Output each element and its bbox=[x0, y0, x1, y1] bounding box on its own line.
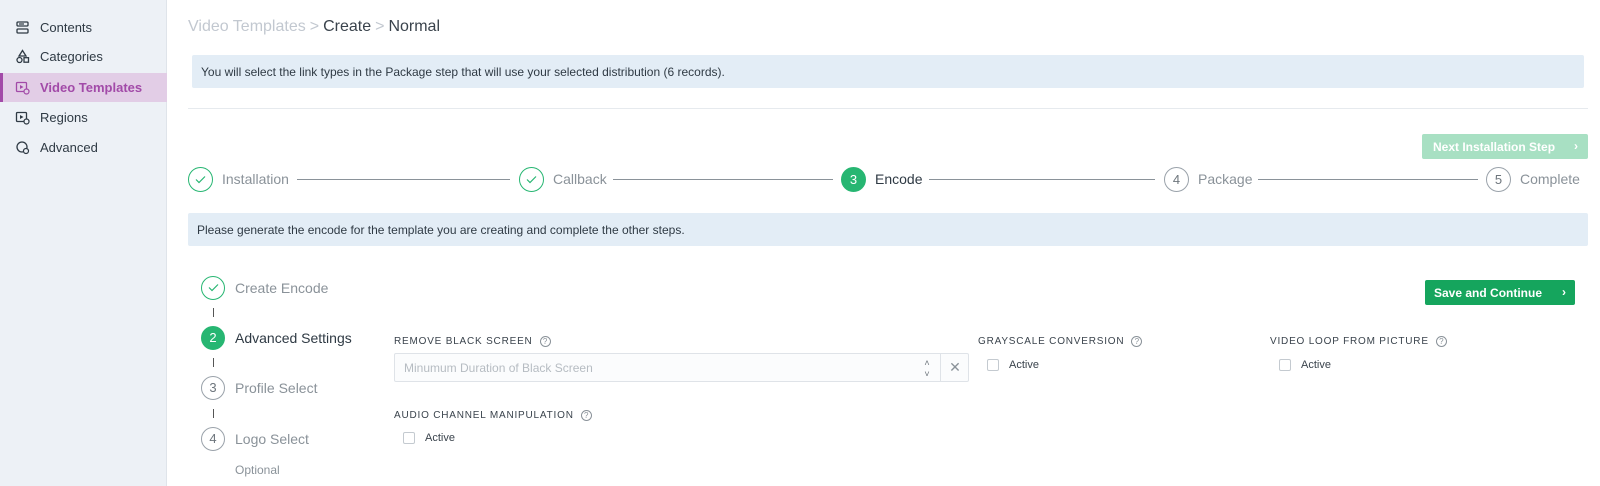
substep-number: 2 bbox=[201, 325, 225, 350]
substep-logo-select[interactable]: 4 Logo Select bbox=[201, 426, 309, 451]
sidebar-item-advanced[interactable]: Advanced bbox=[0, 133, 167, 162]
breadcrumb-separator: > bbox=[309, 18, 320, 35]
sidebar-item-regions[interactable]: Regions bbox=[0, 103, 167, 132]
step-connector bbox=[613, 179, 833, 180]
step-connector bbox=[1258, 179, 1478, 180]
help-icon[interactable]: ? bbox=[580, 410, 592, 421]
save-and-continue-label: Save and Continue bbox=[1434, 285, 1543, 300]
distribution-info-text: You will select the link types in the Pa… bbox=[201, 64, 725, 79]
breadcrumb: Video Templates > Create > Normal bbox=[188, 18, 440, 36]
video-loop-active-checkbox[interactable]: Active bbox=[1279, 359, 1331, 371]
sidebar-item-video-templates[interactable]: Video Templates bbox=[0, 73, 167, 102]
step-encode[interactable]: 3 Encode bbox=[841, 166, 922, 192]
encode-info-alert: Please generate the encode for the templ… bbox=[188, 213, 1588, 246]
checkbox-label: Active bbox=[425, 432, 455, 444]
substep-label: Logo Select bbox=[235, 430, 309, 447]
breadcrumb-create[interactable]: Create bbox=[323, 18, 371, 35]
video-templates-icon bbox=[15, 80, 30, 95]
help-icon[interactable]: ? bbox=[539, 336, 551, 347]
checkbox[interactable] bbox=[403, 432, 415, 444]
sidebar-item-label: Contents bbox=[40, 20, 93, 35]
field-label: REMOVE BLACK SCREEN bbox=[394, 336, 533, 347]
step-number: 3 bbox=[841, 166, 866, 192]
breadcrumb-separator: > bbox=[375, 18, 385, 35]
sidebar: Contents Categories Video Templates Regi… bbox=[0, 0, 167, 486]
next-installation-step-label: Next Installation Step bbox=[1433, 139, 1556, 154]
sidebar-item-label: Regions bbox=[40, 110, 88, 125]
sidebar-item-label: Video Templates bbox=[40, 80, 143, 95]
save-and-continue-button[interactable]: Save and Continue › bbox=[1425, 280, 1575, 305]
substep-label: Create Encode bbox=[235, 279, 329, 296]
step-label: Complete bbox=[1520, 171, 1580, 187]
divider bbox=[188, 108, 1588, 109]
help-icon[interactable]: ? bbox=[1435, 336, 1447, 347]
black-screen-duration-input[interactable] bbox=[395, 354, 925, 381]
substep-label: Advanced Settings bbox=[235, 329, 352, 346]
step-complete[interactable]: 5 Complete bbox=[1486, 166, 1580, 192]
step-package[interactable]: 4 Package bbox=[1164, 166, 1252, 192]
field-label: VIDEO LOOP FROM PICTURE bbox=[1270, 336, 1429, 347]
checkbox[interactable] bbox=[1279, 359, 1291, 371]
field-label: GRAYSCALE CONVERSION bbox=[978, 336, 1125, 347]
encode-info-text: Please generate the encode for the templ… bbox=[197, 222, 685, 237]
check-icon bbox=[201, 275, 225, 300]
substep-advanced-settings[interactable]: 2 Advanced Settings bbox=[201, 325, 352, 350]
substep-label: Profile Select bbox=[235, 379, 318, 396]
contents-icon bbox=[15, 20, 30, 35]
substep-connector bbox=[213, 308, 214, 317]
distribution-info-alert: You will select the link types in the Pa… bbox=[192, 55, 1584, 88]
grayscale-conversion-label: GRAYSCALE CONVERSION ? bbox=[978, 336, 1143, 347]
step-label: Callback bbox=[553, 171, 607, 187]
clear-button[interactable]: ✕ bbox=[940, 354, 969, 381]
breadcrumb-video-templates[interactable]: Video Templates bbox=[188, 18, 306, 35]
checkbox-label: Active bbox=[1009, 359, 1039, 371]
regions-icon bbox=[15, 110, 30, 125]
step-label: Installation bbox=[222, 171, 289, 187]
chevron-right-icon: › bbox=[1574, 139, 1578, 153]
substep-profile-select[interactable]: 3 Profile Select bbox=[201, 375, 317, 400]
sidebar-item-label: Advanced bbox=[40, 140, 98, 155]
check-icon bbox=[188, 166, 213, 192]
checkbox[interactable] bbox=[987, 359, 999, 371]
step-connector bbox=[297, 179, 510, 180]
number-stepper[interactable]: ˄ ˅ bbox=[920, 355, 934, 382]
audio-channel-active-checkbox[interactable]: Active bbox=[403, 432, 455, 444]
substep-connector bbox=[213, 358, 214, 367]
substep-create-encode[interactable]: Create Encode bbox=[201, 275, 328, 300]
step-callback[interactable]: Callback bbox=[519, 166, 607, 192]
step-connector bbox=[929, 179, 1155, 180]
field-label: AUDIO CHANNEL MANIPULATION bbox=[394, 410, 574, 421]
audio-channel-manipulation-label: AUDIO CHANNEL MANIPULATION ? bbox=[394, 410, 592, 421]
step-label: Package bbox=[1198, 171, 1253, 187]
remove-black-screen-label: REMOVE BLACK SCREEN ? bbox=[394, 336, 551, 347]
sidebar-item-label: Categories bbox=[40, 49, 103, 64]
categories-icon bbox=[15, 49, 30, 64]
black-screen-duration-field: ˄ ˅ ✕ bbox=[394, 353, 969, 382]
advanced-icon bbox=[15, 140, 30, 155]
substep-number: 4 bbox=[201, 426, 225, 451]
step-installation[interactable]: Installation bbox=[188, 166, 289, 192]
check-icon bbox=[519, 166, 544, 192]
checkbox-label: Active bbox=[1301, 359, 1331, 371]
substep-connector bbox=[213, 409, 214, 418]
step-number: 5 bbox=[1486, 166, 1511, 192]
grayscale-active-checkbox[interactable]: Active bbox=[987, 359, 1039, 371]
close-icon: ✕ bbox=[949, 359, 961, 375]
substep-number: 3 bbox=[201, 375, 225, 400]
breadcrumb-normal: Normal bbox=[388, 18, 440, 35]
optional-label: Optional bbox=[235, 463, 280, 477]
next-installation-step-button[interactable]: Next Installation Step › bbox=[1422, 134, 1588, 159]
video-loop-from-picture-label: VIDEO LOOP FROM PICTURE ? bbox=[1270, 336, 1447, 347]
step-number: 4 bbox=[1164, 166, 1189, 192]
step-label: Encode bbox=[875, 171, 923, 187]
help-icon[interactable]: ? bbox=[1131, 336, 1143, 347]
chevron-up-icon[interactable]: ˄ bbox=[924, 358, 929, 369]
sidebar-item-categories[interactable]: Categories bbox=[0, 42, 167, 71]
chevron-down-icon[interactable]: ˅ bbox=[924, 369, 929, 380]
chevron-right-icon: › bbox=[1562, 285, 1566, 299]
sidebar-item-contents[interactable]: Contents bbox=[0, 13, 167, 42]
